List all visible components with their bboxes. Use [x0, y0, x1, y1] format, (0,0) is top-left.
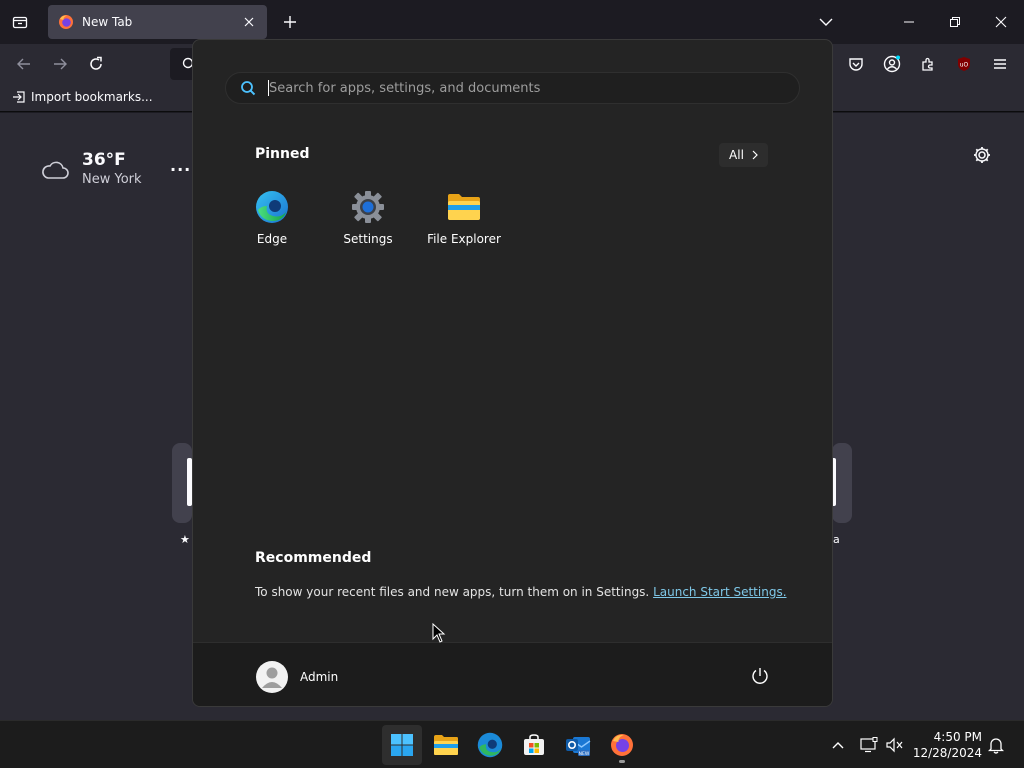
settings-icon: [351, 190, 385, 224]
pocket-icon[interactable]: [844, 52, 868, 76]
new-tab-button[interactable]: [280, 12, 300, 32]
network-icon[interactable]: [859, 735, 879, 755]
taskbar-microsoft-store[interactable]: [514, 725, 554, 765]
forward-icon[interactable]: [48, 52, 72, 76]
running-indicator: [619, 760, 625, 763]
avatar: [256, 661, 288, 693]
svg-text:uO: uO: [960, 62, 969, 69]
browser-tab-bar: New Tab: [0, 0, 1024, 44]
import-bookmarks-label: Import bookmarks...: [31, 90, 153, 104]
mouse-cursor-icon: [432, 622, 446, 647]
tab-overflow-chevron-icon[interactable]: [812, 8, 840, 36]
tab-title: New Tab: [82, 15, 133, 29]
launch-start-settings-link[interactable]: Launch Start Settings.: [653, 585, 786, 599]
restore-button[interactable]: [941, 8, 969, 36]
import-icon: [13, 91, 25, 103]
weather-temperature: 36°F: [82, 150, 126, 170]
all-apps-label: All: [729, 148, 744, 162]
show-hidden-icons-chevron-icon[interactable]: [828, 735, 848, 755]
cloud-icon: [42, 161, 69, 179]
recommended-message: To show your recent files and new apps, …: [255, 585, 787, 599]
taskbar: NEW 4:50 PM 12/28/2024: [0, 720, 1024, 768]
notification-bell-icon[interactable]: [986, 735, 1006, 755]
pinned-app-label: Settings: [343, 232, 393, 246]
taskbar-file-explorer[interactable]: [426, 725, 466, 765]
back-icon[interactable]: [12, 52, 36, 76]
firefox-icon: [58, 14, 74, 30]
store-icon: [524, 734, 544, 755]
weather-city: New York: [82, 172, 142, 187]
start-icon: [391, 734, 413, 756]
all-apps-button[interactable]: All: [719, 143, 768, 167]
reload-icon[interactable]: [84, 52, 108, 76]
import-bookmarks-button[interactable]: Import bookmarks...: [12, 90, 153, 104]
pinned-app-file-explorer[interactable]: File Explorer: [416, 190, 512, 246]
taskbar-outlook[interactable]: NEW: [558, 725, 598, 765]
taskbar-edge[interactable]: [470, 725, 510, 765]
shortcut-label: a: [833, 533, 840, 546]
svg-text:NEW: NEW: [579, 751, 590, 757]
firefox-icon: [611, 734, 633, 756]
file-explorer-icon: [447, 190, 481, 224]
recommended-text: To show your recent files and new apps, …: [255, 585, 650, 599]
edge-icon: [477, 732, 503, 758]
search-icon: [241, 81, 256, 96]
taskbar-firefox[interactable]: [602, 725, 642, 765]
tab-new-tab[interactable]: New Tab: [48, 5, 267, 39]
close-tab-icon[interactable]: [241, 14, 257, 30]
pinned-app-settings[interactable]: Settings: [320, 190, 416, 246]
recommended-title: Recommended: [255, 550, 372, 566]
clock-date: 12/28/2024: [912, 746, 982, 760]
start-button[interactable]: [382, 725, 422, 765]
search-placeholder: Search for apps, settings, and documents: [269, 80, 541, 96]
chevron-right-icon: [752, 150, 758, 160]
close-window-button[interactable]: [987, 8, 1015, 36]
power-icon[interactable]: [750, 666, 770, 686]
tab-list-icon[interactable]: [8, 10, 32, 34]
start-search-box[interactable]: Search for apps, settings, and documents: [225, 72, 800, 104]
pinned-title: Pinned: [255, 146, 310, 162]
start-menu: Search for apps, settings, and documents…: [192, 39, 833, 707]
volume-muted-icon[interactable]: [885, 735, 905, 755]
system-clock[interactable]: 4:50 PM 12/28/2024: [912, 729, 982, 761]
weather-widget[interactable]: 36°F New York ...: [40, 150, 190, 190]
start-menu-footer: Admin: [193, 642, 832, 706]
weather-more-icon[interactable]: ...: [170, 156, 191, 175]
user-name: Admin: [300, 670, 339, 684]
user-account-button[interactable]: Admin: [256, 661, 338, 693]
minimize-button[interactable]: [895, 8, 923, 36]
pin-icon: ★: [180, 533, 190, 546]
app-menu-icon[interactable]: [988, 52, 1012, 76]
pinned-app-label: File Explorer: [427, 232, 501, 246]
pinned-app-label: Edge: [256, 232, 288, 246]
extensions-icon[interactable]: [916, 52, 940, 76]
file-explorer-icon: [434, 735, 458, 755]
pinned-app-edge[interactable]: Edge: [224, 190, 320, 246]
edge-icon: [255, 190, 289, 224]
account-icon[interactable]: [880, 52, 904, 76]
outlook-icon: NEW: [566, 737, 591, 757]
clock-time: 4:50 PM: [933, 730, 982, 744]
newtab-settings-gear-icon[interactable]: [972, 145, 992, 169]
ublock-origin-icon[interactable]: uO: [952, 52, 976, 76]
user-avatar-icon: [262, 667, 282, 688]
